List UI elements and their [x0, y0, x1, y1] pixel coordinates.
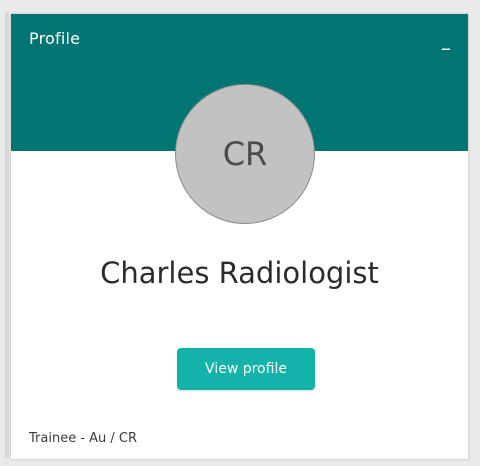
profile-role: Trainee - Au / CR [29, 431, 138, 446]
card-title: Profile [29, 29, 81, 48]
view-profile-button[interactable]: View profile [177, 348, 315, 390]
avatar-initials: CR [222, 135, 268, 173]
profile-card: Profile – CR Charles Radiologist View pr… [11, 14, 468, 459]
profile-name: Charles Radiologist [100, 256, 379, 290]
page-edge [5, 12, 9, 458]
collapse-button[interactable]: – [436, 38, 456, 58]
avatar: CR [175, 84, 315, 224]
